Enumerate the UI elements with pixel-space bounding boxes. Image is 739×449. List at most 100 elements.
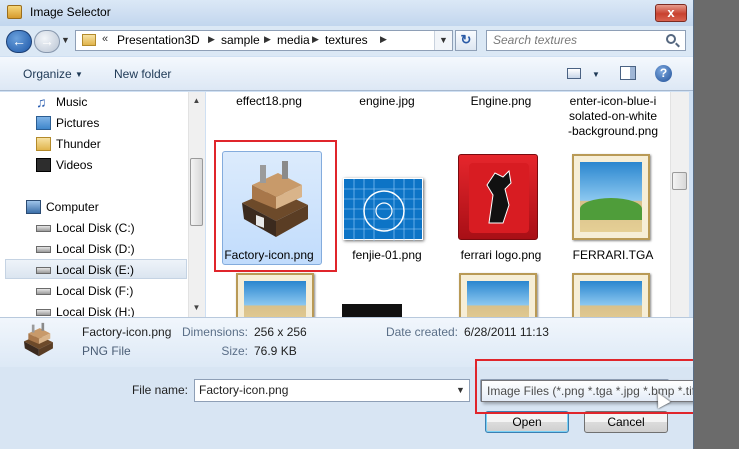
photo-thumbnail[interactable]: [459, 273, 537, 317]
open-button[interactable]: Open: [485, 411, 569, 433]
organize-button[interactable]: Organize: [23, 67, 72, 81]
search-icon[interactable]: [666, 34, 676, 44]
file-name: Engine.png: [470, 94, 532, 108]
factory-icon: [20, 322, 56, 358]
nav-item-music[interactable]: ♫ Music: [0, 92, 188, 112]
address-dropdown-icon[interactable]: ▼: [434, 31, 452, 50]
nav-item-label: Local Disk (C:): [56, 221, 135, 235]
nav-item-disk-f[interactable]: Local Disk (F:): [0, 281, 188, 301]
forward-button[interactable]: →: [34, 30, 60, 53]
file-name: FERRARI.TGA: [572, 248, 654, 262]
nav-item-label: Thunder: [56, 137, 101, 151]
file-item[interactable]: fenjie-01.png: [334, 151, 440, 269]
disk-icon: [36, 309, 51, 316]
breadcrumb-item[interactable]: textures: [325, 33, 368, 47]
photo-thumbnail: [572, 154, 650, 240]
file-name: effect18.png: [236, 94, 302, 108]
nav-item-disk-e[interactable]: Local Disk (E:): [5, 259, 187, 279]
file-name: engine.jpg: [359, 94, 415, 108]
scrollbar-thumb[interactable]: [190, 158, 203, 226]
cancel-button[interactable]: Cancel: [584, 411, 668, 433]
videos-icon: [36, 158, 51, 172]
close-button[interactable]: x: [655, 4, 687, 22]
refresh-button[interactable]: ↻: [455, 30, 477, 51]
file-name: enter-icon-blue-i: [569, 94, 657, 108]
file-name: -background.png: [567, 124, 659, 138]
address-bar[interactable]: « Presentation3D ▶ sample ▶ media ▶ text…: [75, 30, 453, 51]
chevron-right-icon[interactable]: ▶: [264, 34, 271, 45]
photo-thumbnail[interactable]: [572, 273, 650, 317]
recent-pages-dropdown-icon[interactable]: ▼: [61, 35, 70, 45]
window-title: Image Selector: [30, 5, 111, 19]
nav-item-pictures[interactable]: Pictures: [0, 113, 188, 133]
file-thumbnail[interactable]: [342, 304, 402, 317]
size-value: 76.9 KB: [254, 344, 297, 358]
file-item[interactable]: FERRARI.TGA: [560, 151, 666, 269]
file-list-scrollbar[interactable]: [670, 92, 689, 317]
file-name-label: File name:: [131, 383, 188, 397]
scrollbar-thumb[interactable]: [672, 172, 687, 190]
scroll-up-icon[interactable]: ▲: [189, 93, 204, 108]
date-created-label: Date created:: [385, 325, 458, 339]
nav-item-disk-h[interactable]: Local Disk (H:): [0, 302, 188, 317]
views-icon[interactable]: [567, 68, 581, 79]
file-item[interactable]: ferrari logo.png: [448, 151, 554, 269]
help-icon[interactable]: ?: [655, 65, 672, 82]
preview-pane-icon[interactable]: [620, 66, 636, 80]
nav-item-disk-d[interactable]: Local Disk (D:): [0, 239, 188, 259]
chevron-right-icon[interactable]: ▶: [380, 34, 387, 45]
nav-item-label: Local Disk (H:): [56, 305, 135, 317]
nav-item-thunder[interactable]: Thunder: [0, 134, 188, 154]
folder-icon: [82, 34, 96, 46]
nav-item-label: Pictures: [56, 116, 100, 130]
image-selector-dialog: Image Selector x ← → ▼ « Presentation3D …: [0, 0, 694, 449]
disk-icon: [36, 288, 51, 295]
breadcrumb-item[interactable]: Presentation3D: [117, 33, 200, 47]
nav-item-label: Local Disk (D:): [56, 242, 135, 256]
file-name: fenjie-01.png: [352, 248, 422, 262]
back-button[interactable]: ←: [6, 30, 32, 53]
folder-icon: [36, 137, 51, 151]
file-item[interactable]: Engine.png: [448, 92, 554, 122]
breadcrumb-overflow[interactable]: «: [102, 33, 108, 45]
file-item[interactable]: effect18.png: [216, 92, 322, 122]
disk-icon: [36, 267, 51, 274]
file-name-input[interactable]: Factory-icon.png: [194, 379, 470, 402]
detail-file-type: PNG File: [82, 344, 131, 358]
search-input[interactable]: Search textures: [486, 30, 686, 51]
nav-item-disk-c[interactable]: Local Disk (C:): [0, 218, 188, 238]
new-folder-button[interactable]: New folder: [114, 67, 171, 81]
file-item[interactable]: enter-icon-blue-i solated-on-white -back…: [560, 92, 666, 142]
nav-item-label: Computer: [46, 200, 99, 214]
chevron-down-icon[interactable]: ▼: [452, 380, 469, 401]
size-label: Size:: [221, 344, 248, 358]
file-name: solated-on-white: [568, 109, 658, 123]
nav-item-computer[interactable]: Computer: [0, 197, 188, 217]
nav-item-label: Videos: [56, 158, 93, 172]
navigation-pane[interactable]: ♫ Music Pictures Thunder Videos Computer…: [0, 92, 205, 317]
dimensions-label: Dimensions:: [181, 325, 248, 339]
disk-icon: [36, 225, 51, 232]
highlight-box: [214, 140, 337, 272]
chevron-right-icon[interactable]: ▶: [208, 34, 215, 45]
computer-icon: [26, 200, 41, 214]
nav-item-label: Local Disk (E:): [56, 263, 135, 277]
chevron-down-icon[interactable]: ▼: [75, 70, 83, 79]
date-created-value: 6/28/2011 11:13: [464, 325, 549, 339]
ferrari-logo-thumbnail: [458, 154, 538, 240]
nav-item-label: Music: [56, 95, 88, 109]
breadcrumb-item[interactable]: sample: [221, 33, 260, 47]
breadcrumb-item[interactable]: media: [277, 33, 310, 47]
nav-item-label: Local Disk (F:): [56, 284, 134, 298]
command-toolbar: [0, 57, 693, 91]
pictures-icon: [36, 116, 51, 130]
music-icon: ♫: [36, 94, 47, 110]
chevron-right-icon[interactable]: ▶: [312, 34, 319, 45]
photo-thumbnail[interactable]: [236, 273, 314, 317]
nav-item-videos[interactable]: Videos: [0, 155, 188, 175]
chevron-down-icon[interactable]: ▼: [592, 70, 600, 79]
blueprint-thumbnail: [343, 178, 424, 241]
file-item[interactable]: engine.jpg: [334, 92, 440, 122]
scroll-down-icon[interactable]: ▼: [189, 300, 204, 315]
file-name: ferrari logo.png: [460, 248, 542, 262]
